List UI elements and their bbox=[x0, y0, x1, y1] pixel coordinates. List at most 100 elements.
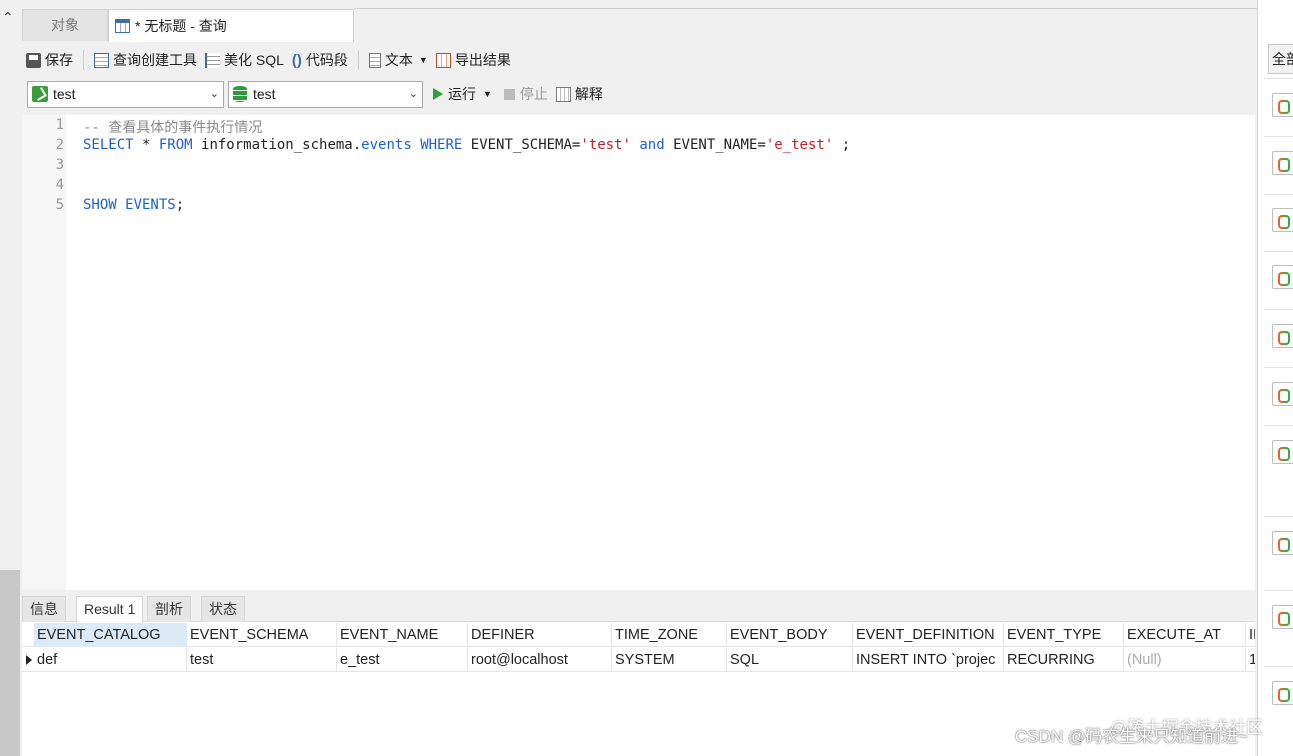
save-button[interactable]: 保存 bbox=[22, 46, 77, 74]
snippet-divider bbox=[1264, 194, 1293, 195]
snippet-label: 代码段 bbox=[305, 52, 348, 68]
tab-info[interactable]: 信息 bbox=[22, 596, 66, 622]
left-splitter[interactable] bbox=[0, 570, 20, 756]
tab-profile[interactable]: 剖析 bbox=[147, 596, 191, 622]
code-token: ; bbox=[175, 197, 185, 213]
all-snippets-button[interactable]: 全部 bbox=[1268, 44, 1293, 74]
string-literal: 'e_test' bbox=[765, 137, 834, 153]
line-number: 5 bbox=[55, 197, 64, 213]
column-header[interactable]: EVENT_CATALOG bbox=[34, 623, 187, 647]
code-line-select: SELECT * FROM information_schema.events … bbox=[83, 137, 850, 153]
code-line-comment: -- 查看具体的事件执行情况 bbox=[83, 120, 263, 136]
table-cell[interactable]: RECURRING bbox=[1004, 648, 1124, 672]
query-builder-button[interactable]: 查询创建工具 bbox=[90, 46, 201, 74]
sql-editor[interactable]: 1 2 3 4 5 -- 查看具体的事件执行情况 SELECT * FROM i… bbox=[22, 115, 1255, 590]
stop-button[interactable]: 停止 bbox=[503, 84, 548, 104]
table-cell[interactable]: e_test bbox=[337, 648, 468, 672]
table-cell-null[interactable]: (Null) bbox=[1124, 648, 1246, 672]
line-number: 2 bbox=[55, 137, 64, 153]
line-number-gutter: 1 2 3 4 5 bbox=[22, 115, 66, 590]
play-icon bbox=[433, 88, 443, 100]
code-token: information_schema. bbox=[192, 137, 362, 153]
beautify-icon bbox=[205, 52, 220, 68]
table-cell[interactable]: root@localhost bbox=[468, 648, 612, 672]
column-header[interactable]: EVENT_DEFINITION bbox=[853, 623, 1004, 647]
snippet-divider bbox=[1264, 516, 1293, 517]
line-number: 3 bbox=[55, 157, 64, 173]
code-token: ; bbox=[833, 137, 851, 153]
query-toolbar: 保存 查询创建工具 美化 SQL () 代码段 文本 ▼ 导出结果 bbox=[22, 44, 1257, 76]
table-cell[interactable]: 1 bbox=[1246, 648, 1255, 672]
snippet-divider bbox=[1264, 78, 1293, 79]
table-cell[interactable]: INSERT INTO `projec bbox=[853, 648, 1004, 672]
tab-result-1[interactable]: Result 1 bbox=[76, 596, 144, 623]
snippet-icon[interactable] bbox=[1272, 605, 1293, 629]
snippet-icon[interactable] bbox=[1272, 531, 1293, 555]
current-row-icon bbox=[26, 655, 32, 665]
tab-query[interactable]: * 无标题 - 查询 bbox=[108, 9, 354, 42]
snippet-icon[interactable] bbox=[1272, 151, 1293, 175]
run-button[interactable]: 运行 ▼ bbox=[433, 84, 492, 104]
snippet-icon[interactable] bbox=[1272, 208, 1293, 232]
beautify-label: 美化 SQL bbox=[224, 52, 284, 68]
snippet-divider bbox=[1264, 367, 1293, 368]
snippet-icon[interactable] bbox=[1272, 93, 1293, 117]
tab-query-label: * 无标题 - 查询 bbox=[135, 18, 227, 34]
text-label: 文本 bbox=[384, 52, 413, 68]
beautify-sql-button[interactable]: 美化 SQL bbox=[201, 46, 288, 74]
brace-icon: () bbox=[291, 51, 302, 69]
connection-select[interactable]: test ⌄ bbox=[27, 80, 224, 108]
collapse-up-icon[interactable]: ⌃ bbox=[2, 10, 16, 24]
run-toolbar: test ⌄ test ⌄ 运行 ▼ 停止 解释 bbox=[22, 79, 1257, 109]
text-mode-dropdown[interactable]: 文本 ▼ bbox=[365, 46, 432, 74]
snippet-icon[interactable] bbox=[1272, 382, 1293, 406]
table-cell[interactable]: def bbox=[34, 648, 187, 672]
connection-value: test bbox=[53, 86, 76, 102]
table-name: events bbox=[361, 137, 412, 153]
keyword: FROM bbox=[158, 137, 193, 153]
document-icon bbox=[368, 52, 381, 68]
chevron-down-icon: ⌄ bbox=[408, 87, 418, 100]
table-cell[interactable]: SYSTEM bbox=[612, 648, 727, 672]
watermark-line-2: CSDN @码农生来只知道前进~ bbox=[1015, 727, 1249, 746]
table-cell[interactable]: test bbox=[187, 648, 337, 672]
snippet-divider bbox=[1264, 251, 1293, 252]
code-snippet-button[interactable]: () 代码段 bbox=[288, 46, 352, 74]
table-cell[interactable]: SQL bbox=[727, 648, 853, 672]
snippet-icon[interactable] bbox=[1272, 440, 1293, 464]
export-label: 导出结果 bbox=[454, 52, 511, 68]
column-header[interactable]: EVENT_SCHEMA bbox=[187, 623, 337, 647]
column-header[interactable]: II bbox=[1246, 623, 1255, 647]
column-header[interactable]: TIME_ZONE bbox=[612, 623, 727, 647]
line-number: 4 bbox=[55, 177, 64, 193]
tab-status[interactable]: 状态 bbox=[201, 596, 245, 622]
snippet-panel: 全部 bbox=[1257, 0, 1293, 756]
tab-objects[interactable]: 对象 bbox=[22, 9, 108, 41]
column-header[interactable]: EVENT_TYPE bbox=[1004, 623, 1124, 647]
dropdown-caret-icon: ▼ bbox=[418, 55, 428, 65]
snippet-icon[interactable] bbox=[1272, 265, 1293, 289]
save-label: 保存 bbox=[45, 52, 73, 68]
column-header[interactable]: EVENT_BODY bbox=[727, 623, 853, 647]
run-label: 运行 bbox=[448, 86, 476, 102]
table-row[interactable]: def test e_test root@localhost SYSTEM SQ… bbox=[22, 648, 1255, 672]
query-table-icon bbox=[115, 19, 130, 33]
database-select[interactable]: test ⌄ bbox=[228, 80, 423, 108]
stop-label: 停止 bbox=[519, 86, 548, 102]
code-token: EVENT_NAME= bbox=[664, 137, 766, 153]
code-line-show: SHOW EVENTS; bbox=[83, 197, 184, 213]
string-literal: 'test' bbox=[580, 137, 631, 153]
snippet-icon[interactable] bbox=[1272, 681, 1293, 705]
column-header[interactable]: DEFINER bbox=[468, 623, 612, 647]
keyword: SHOW EVENTS bbox=[83, 197, 176, 213]
snippet-icon[interactable] bbox=[1272, 324, 1293, 348]
export-results-button[interactable]: 导出结果 bbox=[432, 46, 515, 74]
explain-button[interactable]: 解释 bbox=[555, 84, 603, 104]
code-token: EVENT_SCHEMA= bbox=[462, 137, 581, 153]
toolbar-divider bbox=[83, 50, 84, 70]
column-header[interactable]: EXECUTE_AT bbox=[1124, 623, 1246, 647]
column-header[interactable]: EVENT_NAME bbox=[337, 623, 468, 647]
result-tabs: 信息 Result 1 剖析 状态 bbox=[22, 592, 1255, 623]
save-icon bbox=[26, 52, 41, 68]
database-icon bbox=[233, 86, 247, 102]
